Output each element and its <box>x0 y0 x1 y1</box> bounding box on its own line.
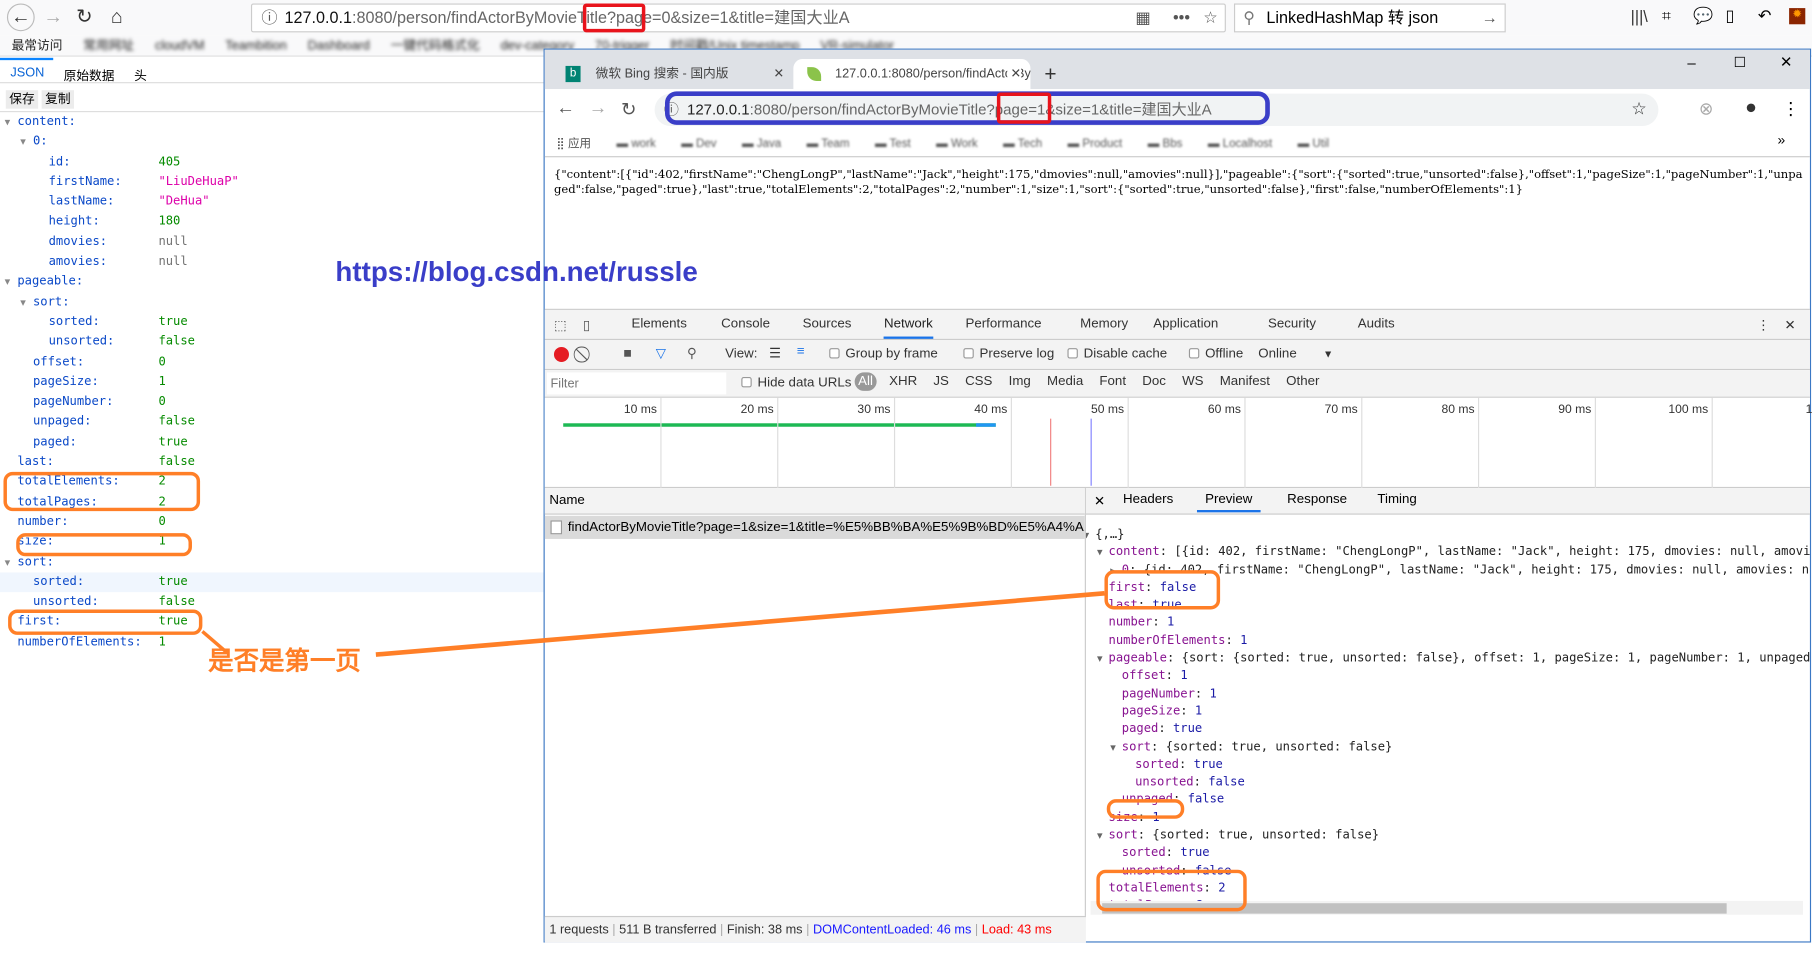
annotation-arrows <box>201 590 1105 657</box>
annotation-note: 是否是第一页 <box>208 646 361 676</box>
